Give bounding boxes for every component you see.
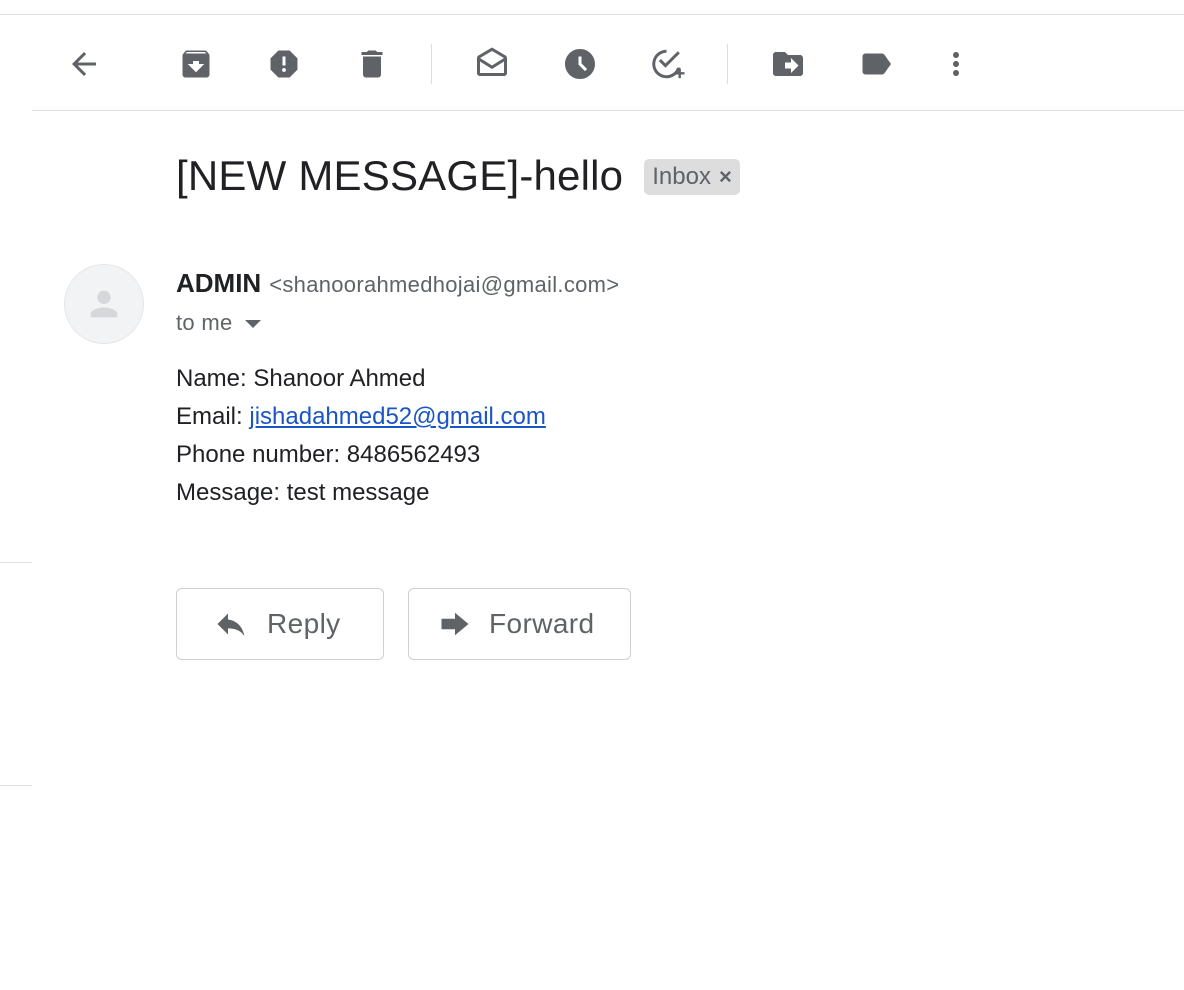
sender-avatar[interactable]: [64, 264, 144, 344]
archive-button[interactable]: [172, 40, 220, 88]
move-to-icon: [773, 52, 803, 76]
label-icon: [862, 53, 891, 75]
report-spam-icon: [270, 50, 298, 78]
sender-row: ADMIN <shanoorahmedhojai@gmail.com>: [176, 268, 619, 299]
back-button[interactable]: [60, 40, 108, 88]
sender-email: <shanoorahmedhojai@gmail.com>: [269, 272, 620, 297]
toolbar-separator: [727, 44, 728, 84]
trash-icon: [361, 50, 383, 78]
body-message-line: Message: test message: [176, 479, 430, 506]
toolbar-separator: [431, 44, 432, 84]
forward-icon: [441, 612, 469, 636]
recipient-details-toggle[interactable]: to me: [176, 310, 261, 336]
sender-name[interactable]: ADMIN: [176, 268, 261, 299]
inbox-label-chip[interactable]: Inbox ×: [644, 159, 740, 195]
body-email-prefix: Email:: [176, 403, 250, 430]
snooze-button[interactable]: [556, 40, 604, 88]
add-task-icon: [652, 49, 685, 79]
body-email-line: Email: jishadahmed52@gmail.com: [176, 400, 546, 438]
delete-button[interactable]: [348, 40, 396, 88]
reply-label: Reply: [267, 608, 341, 639]
mark-unread-button[interactable]: [468, 40, 516, 88]
body-phone-line: Phone number: 8486562493: [176, 441, 481, 468]
back-arrow-icon: [72, 52, 96, 76]
message-body: Name: Shanoor Ahmed Email: jishadahmed52…: [176, 362, 546, 514]
archive-icon: [182, 50, 210, 78]
reply-button[interactable]: Reply: [176, 588, 384, 660]
message-subject: [NEW MESSAGE]-hello: [176, 152, 624, 199]
subject-row: [NEW MESSAGE]-hello Inbox ×: [176, 152, 740, 200]
person-icon: [90, 290, 118, 318]
add-to-tasks-button[interactable]: [644, 40, 692, 88]
remove-label-icon[interactable]: ×: [719, 166, 732, 188]
message-toolbar: [0, 40, 1184, 88]
toolbar-divider: [32, 110, 1184, 111]
forward-label: Forward: [489, 608, 595, 639]
side-divider: [0, 562, 32, 563]
reply-icon: [217, 613, 245, 636]
forward-button[interactable]: Forward: [408, 588, 631, 660]
caret-down-icon[interactable]: [244, 320, 261, 328]
body-name-line: Name: Shanoor Ahmed: [176, 365, 426, 392]
report-spam-button[interactable]: [260, 40, 308, 88]
label-chip-text[interactable]: Inbox: [652, 163, 711, 191]
mark-unread-icon: [477, 47, 507, 76]
move-to-button[interactable]: [764, 40, 812, 88]
top-divider: [0, 14, 1184, 15]
clock-icon: [565, 49, 595, 79]
labels-button[interactable]: [852, 40, 900, 88]
more-vert-icon: [953, 52, 959, 76]
side-divider: [0, 785, 32, 786]
body-email-link[interactable]: jishadahmed52@gmail.com: [249, 403, 546, 430]
recipient-text: to me: [176, 310, 233, 335]
more-button[interactable]: [932, 40, 980, 88]
